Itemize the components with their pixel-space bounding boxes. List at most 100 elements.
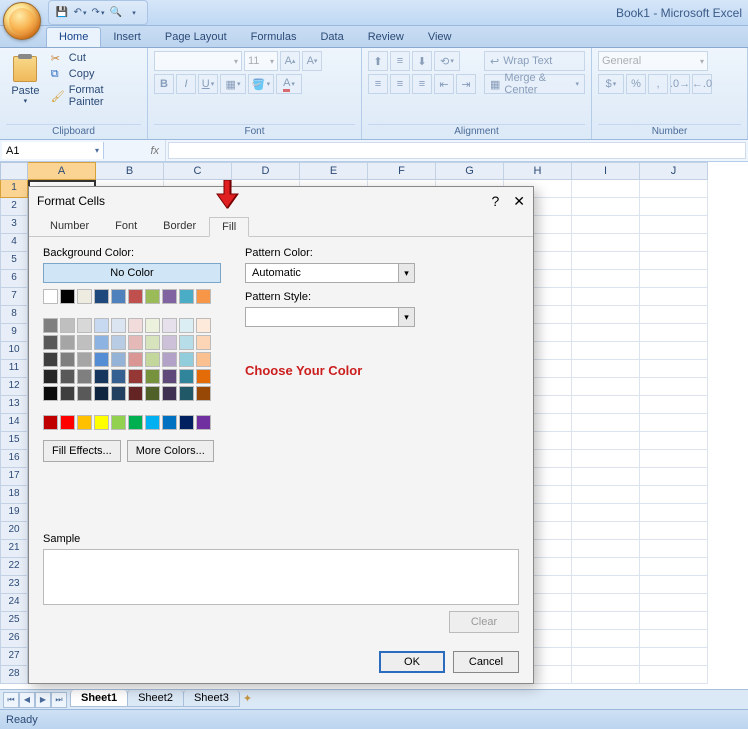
color-swatch[interactable] <box>43 369 58 384</box>
office-button[interactable] <box>3 2 41 40</box>
cell[interactable] <box>572 432 640 450</box>
row-header-11[interactable]: 11 <box>0 360 28 378</box>
cell[interactable] <box>640 396 708 414</box>
color-swatch[interactable] <box>43 415 58 430</box>
cell[interactable] <box>572 558 640 576</box>
color-swatch[interactable] <box>77 352 92 367</box>
align-right-button[interactable]: ≡ <box>412 74 432 94</box>
col-header-D[interactable]: D <box>232 162 300 180</box>
cell[interactable] <box>572 378 640 396</box>
fx-label[interactable]: fx <box>106 140 166 161</box>
color-swatch[interactable] <box>43 318 58 333</box>
pattern-style-select[interactable]: ▾ <box>245 307 415 327</box>
cell[interactable] <box>572 504 640 522</box>
color-swatch[interactable] <box>145 318 160 333</box>
col-header-A[interactable]: A <box>28 162 96 180</box>
formula-input[interactable] <box>168 142 746 159</box>
cell[interactable] <box>640 414 708 432</box>
currency-button[interactable]: $▾ <box>598 74 624 94</box>
font-color-button[interactable]: A▾ <box>276 74 302 94</box>
color-swatch[interactable] <box>196 318 211 333</box>
row-header-26[interactable]: 26 <box>0 630 28 648</box>
cell[interactable] <box>640 180 708 198</box>
cell[interactable] <box>572 360 640 378</box>
col-header-C[interactable]: C <box>164 162 232 180</box>
color-swatch[interactable] <box>128 415 143 430</box>
color-swatch[interactable] <box>162 352 177 367</box>
font-size-combo[interactable]: 11▾ <box>244 51 278 71</box>
color-swatch[interactable] <box>77 386 92 401</box>
color-swatch[interactable] <box>162 386 177 401</box>
tab-home[interactable]: Home <box>46 27 101 47</box>
cell[interactable] <box>640 198 708 216</box>
sheet-tab-3[interactable]: Sheet3 <box>183 690 240 707</box>
cell[interactable] <box>640 540 708 558</box>
color-swatch[interactable] <box>179 318 194 333</box>
cell[interactable] <box>640 342 708 360</box>
color-swatch[interactable] <box>94 369 109 384</box>
cell[interactable] <box>640 360 708 378</box>
color-swatch[interactable] <box>77 415 92 430</box>
italic-button[interactable]: I <box>176 74 196 94</box>
more-colors-button[interactable]: More Colors... <box>127 440 214 462</box>
sheet-tab-2[interactable]: Sheet2 <box>127 690 184 707</box>
row-header-10[interactable]: 10 <box>0 342 28 360</box>
cell[interactable] <box>640 486 708 504</box>
tab-data[interactable]: Data <box>308 28 355 47</box>
color-swatch[interactable] <box>94 386 109 401</box>
color-swatch[interactable] <box>111 415 126 430</box>
cell[interactable] <box>640 576 708 594</box>
color-swatch[interactable] <box>162 335 177 350</box>
row-header-8[interactable]: 8 <box>0 306 28 324</box>
col-header-B[interactable]: B <box>96 162 164 180</box>
color-swatch[interactable] <box>145 386 160 401</box>
increase-decimal-button[interactable]: .0→ <box>670 74 690 94</box>
color-swatch[interactable] <box>77 369 92 384</box>
color-swatch[interactable] <box>162 318 177 333</box>
color-swatch[interactable] <box>60 386 75 401</box>
cell[interactable] <box>640 558 708 576</box>
color-swatch[interactable] <box>94 318 109 333</box>
row-header-19[interactable]: 19 <box>0 504 28 522</box>
cell[interactable] <box>640 288 708 306</box>
font-family-combo[interactable]: ▾ <box>154 51 242 71</box>
row-header-5[interactable]: 5 <box>0 252 28 270</box>
tab-insert[interactable]: Insert <box>101 28 153 47</box>
color-swatch[interactable] <box>111 318 126 333</box>
bold-button[interactable]: B <box>154 74 174 94</box>
next-sheet-button[interactable]: ▶ <box>35 692 51 708</box>
col-header-I[interactable]: I <box>572 162 640 180</box>
color-swatch[interactable] <box>145 369 160 384</box>
row-header-3[interactable]: 3 <box>0 216 28 234</box>
color-swatch[interactable] <box>77 335 92 350</box>
cell[interactable] <box>572 252 640 270</box>
color-swatch[interactable] <box>162 415 177 430</box>
cell[interactable] <box>572 198 640 216</box>
row-header-28[interactable]: 28 <box>0 666 28 684</box>
color-swatch[interactable] <box>179 289 194 304</box>
undo-button[interactable]: ↶ <box>72 5 88 21</box>
color-swatch[interactable] <box>179 415 194 430</box>
color-swatch[interactable] <box>128 289 143 304</box>
row-header-7[interactable]: 7 <box>0 288 28 306</box>
col-header-J[interactable]: J <box>640 162 708 180</box>
format-painter-button[interactable]: 🖌Format Painter <box>48 83 141 109</box>
color-swatch[interactable] <box>128 369 143 384</box>
cell[interactable] <box>572 630 640 648</box>
underline-button[interactable]: U▾ <box>198 74 218 94</box>
cell[interactable] <box>640 522 708 540</box>
color-swatch[interactable] <box>111 369 126 384</box>
dialog-tab-border[interactable]: Border <box>150 216 209 236</box>
row-header-16[interactable]: 16 <box>0 450 28 468</box>
cell[interactable] <box>572 540 640 558</box>
row-header-14[interactable]: 14 <box>0 414 28 432</box>
cell[interactable] <box>572 324 640 342</box>
row-header-18[interactable]: 18 <box>0 486 28 504</box>
align-left-button[interactable]: ≡ <box>368 74 388 94</box>
shrink-font-button[interactable]: A▾ <box>302 51 322 71</box>
color-swatch[interactable] <box>145 415 160 430</box>
color-swatch[interactable] <box>145 352 160 367</box>
wrap-text-button[interactable]: ↩Wrap Text <box>484 51 585 71</box>
row-header-17[interactable]: 17 <box>0 468 28 486</box>
cell[interactable] <box>572 648 640 666</box>
